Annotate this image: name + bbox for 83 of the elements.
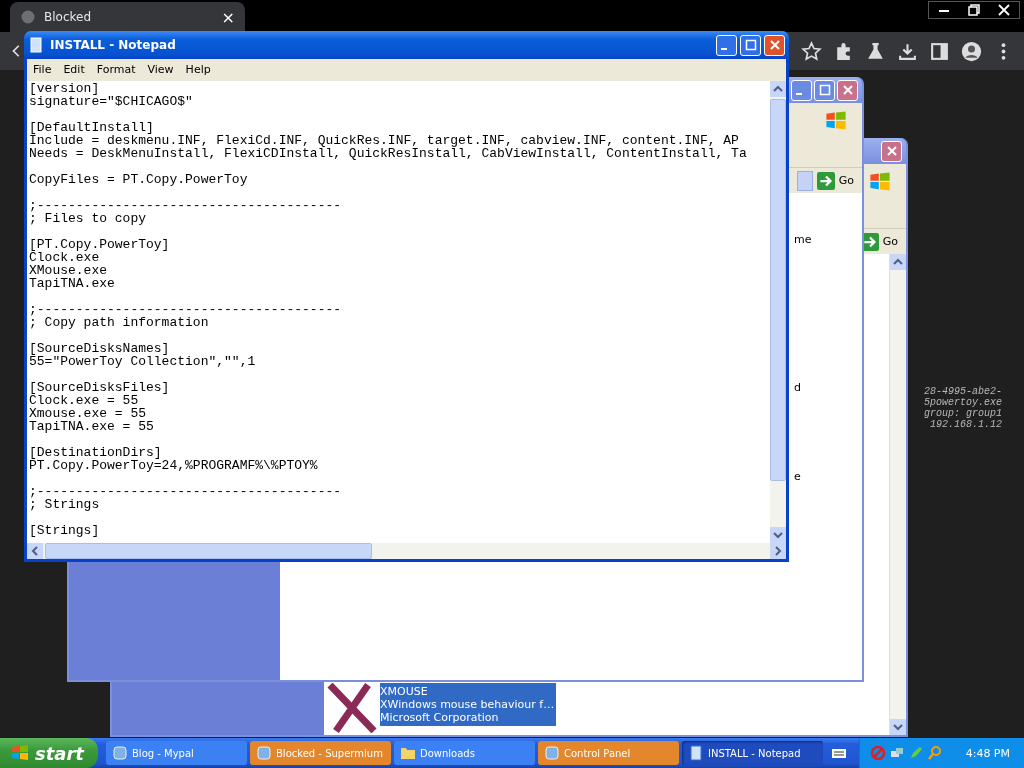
text-line: ; Strings bbox=[29, 498, 100, 511]
menu-item[interactable]: Edit bbox=[57, 62, 91, 76]
text-line: [Strings] bbox=[29, 524, 101, 537]
text-line: PT.Copy.PowerToy=24,%PROGRAMF%\%PTOY% bbox=[29, 459, 319, 472]
maximize-icon bbox=[744, 39, 757, 51]
scroll-left-icon[interactable] bbox=[27, 543, 43, 559]
text-line: ;--------------------------------------- bbox=[29, 303, 343, 316]
scroll-down-icon[interactable] bbox=[890, 719, 906, 735]
folder-icon bbox=[400, 745, 416, 761]
item-title: XMOUSE bbox=[380, 685, 429, 698]
text-line: Clock.exe = 55 bbox=[29, 394, 139, 407]
text-line: TapiTNA.exe = 55 bbox=[29, 420, 155, 433]
info-text: 192.168.1.12 bbox=[930, 419, 1002, 430]
close-icon bbox=[841, 84, 854, 96]
keyboard-icon[interactable] bbox=[831, 747, 847, 759]
arrow-icon bbox=[816, 171, 835, 190]
info-text: group: group1 bbox=[924, 408, 1002, 419]
taskbar-button[interactable]: Blog - Mypal bbox=[106, 741, 247, 765]
tab-close-button[interactable]: × bbox=[221, 7, 235, 27]
minimize-icon bbox=[721, 48, 727, 50]
notepad-icon bbox=[688, 745, 704, 761]
text-line: Include = deskmenu.INF, FlexiCd.INF, QuickRes.INF, target.INF, cabview.INF, content.INF, AP bbox=[29, 134, 740, 147]
app-icon bbox=[256, 745, 272, 761]
menu-item[interactable]: File bbox=[27, 62, 58, 76]
text-fragment: me bbox=[794, 233, 812, 246]
scrollbar[interactable] bbox=[770, 81, 786, 543]
text-line: ;--------------------------------------- bbox=[29, 485, 343, 498]
close-icon bbox=[885, 145, 898, 157]
text-line: XMouse.exe bbox=[29, 264, 108, 277]
menu-item[interactable]: View bbox=[141, 62, 180, 76]
start-button[interactable]: start bbox=[0, 738, 98, 768]
item-description: XWindows mouse behaviour f… bbox=[380, 698, 555, 711]
windows-logo-icon bbox=[10, 743, 30, 763]
side-panel-icon[interactable] bbox=[929, 40, 950, 62]
scrollbar[interactable] bbox=[889, 254, 906, 735]
list-item[interactable]: XMOUSE XWindows mouse behaviour f… Microsoft Corporation bbox=[324, 683, 889, 733]
text-line: [SourceDisksFiles] bbox=[29, 381, 171, 394]
scrollbar[interactable] bbox=[27, 543, 786, 559]
browser-tab[interactable]: Blocked × bbox=[10, 2, 245, 32]
scroll-up-icon[interactable] bbox=[770, 81, 786, 97]
text-line: CopyFiles = PT.Copy.PowerToy bbox=[29, 173, 249, 186]
text-line: [DestinationDirs] bbox=[29, 446, 162, 459]
text-line: [version] bbox=[29, 82, 100, 95]
info-text: 5powertoy.exe bbox=[924, 397, 1002, 408]
close-button[interactable] bbox=[764, 34, 785, 56]
text-line: TapiTNA.exe bbox=[29, 277, 116, 290]
star-icon[interactable] bbox=[801, 40, 822, 62]
avatar-icon[interactable] bbox=[961, 40, 982, 62]
text-line: ;--------------------------------------- bbox=[29, 199, 343, 212]
text-line: [PT.Copy.PowerToy] bbox=[29, 238, 171, 251]
flask-icon[interactable] bbox=[865, 40, 886, 62]
text-line: Xmouse.exe = 55 bbox=[29, 407, 148, 420]
scroll-right-icon[interactable] bbox=[770, 543, 786, 559]
menu-item[interactable]: Format bbox=[90, 62, 142, 76]
taskbar-button[interactable]: Downloads bbox=[394, 741, 535, 765]
text-line: Needs = DeskMenuInstall, FlexiCDInstall, QuickResInstall, CabViewInstall, ContentInstall, Ta bbox=[29, 147, 748, 160]
minimize-icon bbox=[796, 93, 802, 95]
app-icon bbox=[112, 745, 128, 761]
scroll-up-icon[interactable] bbox=[890, 254, 906, 270]
maximize-button[interactable] bbox=[740, 34, 761, 56]
menu-item[interactable]: Help bbox=[179, 62, 217, 76]
text-line: ; Copy path information bbox=[29, 316, 209, 329]
text-line: ; Files to copy bbox=[29, 212, 147, 225]
text-line: Clock.exe bbox=[29, 251, 100, 264]
minimize-button[interactable] bbox=[716, 34, 737, 56]
text-fragment: e bbox=[794, 470, 801, 483]
clock: 4:48 PM bbox=[965, 746, 1010, 760]
text-line: 55="PowerToy Collection","",1 bbox=[29, 355, 257, 368]
globe-icon bbox=[20, 9, 36, 25]
text-fragment: d bbox=[794, 381, 801, 394]
text-line: signature="$CHICAGO$" bbox=[29, 95, 194, 108]
notepad-icon bbox=[28, 37, 44, 53]
item-company: Microsoft Corporation bbox=[380, 711, 500, 724]
scroll-down-icon[interactable] bbox=[770, 527, 786, 543]
close-icon bbox=[768, 39, 781, 51]
app-icon bbox=[544, 745, 560, 761]
go-button[interactable]: Go bbox=[816, 171, 858, 190]
info-text: 28-4995-abe2- bbox=[924, 386, 1002, 397]
maximize-icon bbox=[818, 84, 831, 96]
text-line: [DefaultInstall] bbox=[29, 121, 154, 134]
text-line: [SourceDisksNames] bbox=[29, 342, 170, 355]
taskbar-button[interactable]: INSTALL - Notepad bbox=[682, 741, 823, 765]
window-title: INSTALL - Notepad bbox=[50, 38, 176, 52]
